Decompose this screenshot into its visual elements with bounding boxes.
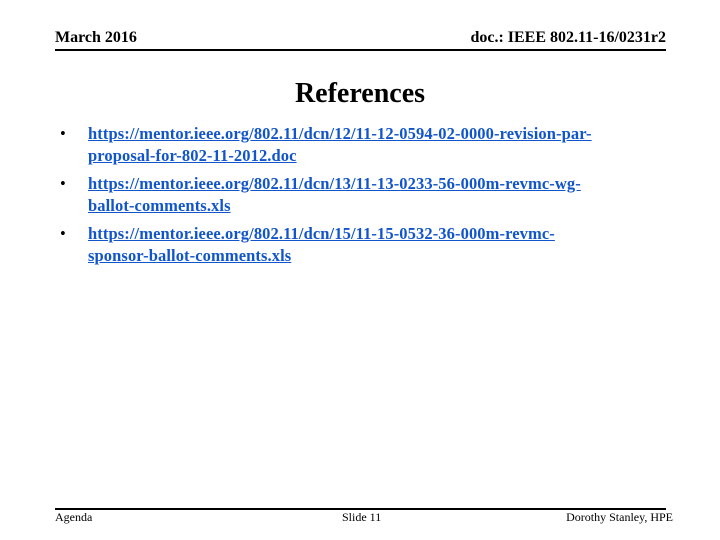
header-divider <box>55 49 666 51</box>
reference-list: • https://mentor.ieee.org/802.11/dcn/12/… <box>60 123 700 273</box>
reference-item: • https://mentor.ieee.org/802.11/dcn/12/… <box>60 123 700 167</box>
header-doc-id: doc.: IEEE 802.11-16/0231r2 <box>470 29 666 46</box>
footer-left: Agenda <box>55 510 93 524</box>
reference-link-line2: sponsor-ballot-comments.xls <box>88 246 292 265</box>
bullet-icon: • <box>60 124 66 143</box>
reference-link[interactable]: https://mentor.ieee.org/802.11/dcn/13/11… <box>88 174 581 215</box>
reference-link[interactable]: https://mentor.ieee.org/802.11/dcn/12/11… <box>88 124 592 165</box>
bullet-icon: • <box>60 174 66 193</box>
slide-number: Slide 11 <box>342 510 382 524</box>
header-date: March 2016 <box>55 29 137 46</box>
reference-link-line2: proposal-for-802-11-2012.doc <box>88 146 297 165</box>
reference-link-line1: https://mentor.ieee.org/802.11/dcn/15/11… <box>88 224 555 243</box>
reference-link-line1: https://mentor.ieee.org/802.11/dcn/13/11… <box>88 174 581 193</box>
reference-link-line2: ballot-comments.xls <box>88 196 231 215</box>
bullet-icon: • <box>60 224 66 243</box>
footer-author: Dorothy Stanley, HPE <box>566 510 673 524</box>
reference-link[interactable]: https://mentor.ieee.org/802.11/dcn/15/11… <box>88 224 555 265</box>
reference-item: • https://mentor.ieee.org/802.11/dcn/15/… <box>60 223 700 267</box>
slide-title: References <box>294 78 426 109</box>
reference-item: • https://mentor.ieee.org/802.11/dcn/13/… <box>60 173 700 217</box>
reference-link-line1: https://mentor.ieee.org/802.11/dcn/12/11… <box>88 124 592 143</box>
